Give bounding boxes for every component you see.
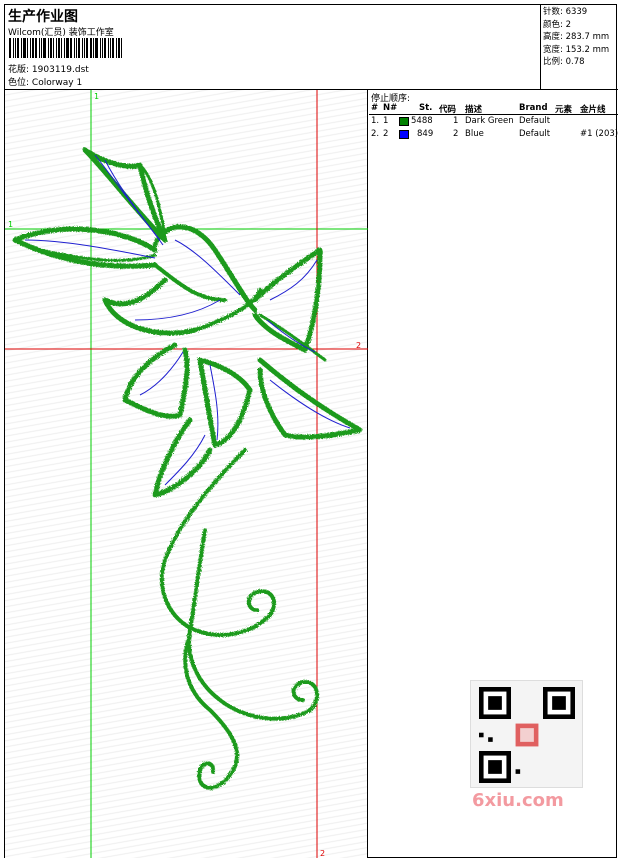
col-n: N# bbox=[383, 103, 398, 113]
col-brand: Brand bbox=[519, 103, 548, 113]
stats-panel: 针数: 6339 颜色: 2 高度: 283.7 mm 宽度: 153.2 mm… bbox=[540, 5, 618, 90]
col-num: # bbox=[371, 103, 379, 113]
guide-marker-2-bottom: 2 bbox=[320, 849, 325, 858]
col-st: St. bbox=[419, 103, 433, 113]
stat-width: 宽度: 153.2 mm bbox=[543, 44, 610, 55]
stat-height: 高度: 283.7 mm bbox=[543, 32, 610, 42]
guide-marker-1-top: 1 bbox=[94, 92, 99, 101]
color-swatch bbox=[399, 130, 409, 139]
pattern-label: 花版: bbox=[8, 65, 30, 75]
colorway-line: 色位: Colorway 1 bbox=[8, 75, 82, 88]
stop-sequence-table: # N# St. 代码 描述 Brand 元素 金片线 1. 1 5488 1 … bbox=[369, 102, 618, 141]
stat-stitches: 针数: 6339 bbox=[543, 7, 588, 17]
design-preview[interactable]: 1 1 2 2 bbox=[5, 90, 368, 858]
company-name: Wilcom(汇员) 装饰工作室 bbox=[8, 28, 114, 38]
table-row[interactable]: 1. 1 5488 1 Dark Green Default bbox=[369, 115, 618, 128]
embroidery-canvas: 1 1 2 2 bbox=[5, 90, 368, 858]
barcode bbox=[9, 38, 142, 58]
sheet-header: 生产作业图 Wilcom(汇员) 装饰工作室 花版: 1903119.dst 色… bbox=[5, 5, 618, 90]
guide-marker-2-right: 2 bbox=[356, 341, 361, 350]
qr-code-watermark bbox=[470, 680, 583, 788]
col-desc: 描述 bbox=[465, 105, 483, 115]
col-sequin: 金片线 bbox=[580, 105, 606, 115]
colorway-value: Colorway 1 bbox=[31, 78, 83, 88]
pattern-line: 花版: 1903119.dst bbox=[8, 62, 89, 75]
table-row[interactable]: 2. 2 849 2 Blue Default #1 (203) bbox=[369, 128, 618, 141]
stat-colors: 颜色: 2 bbox=[543, 19, 571, 30]
green-thread-layer bbox=[12, 147, 363, 790]
site-watermark: 6xiu.com bbox=[472, 790, 564, 811]
guide-marker-1-left: 1 bbox=[8, 220, 13, 229]
stat-scale: 比例: 0.78 bbox=[543, 57, 585, 67]
col-code: 代码 bbox=[439, 105, 457, 115]
col-element: 元素 bbox=[555, 105, 573, 115]
qr-code-icon bbox=[479, 687, 575, 783]
colorway-label: 色位: bbox=[8, 78, 30, 88]
table-header: # N# St. 代码 描述 Brand 元素 金片线 bbox=[369, 102, 618, 115]
pattern-value: 1903119.dst bbox=[31, 65, 89, 75]
sheet-title: 生产作业图 bbox=[8, 9, 78, 25]
color-swatch bbox=[399, 117, 409, 126]
